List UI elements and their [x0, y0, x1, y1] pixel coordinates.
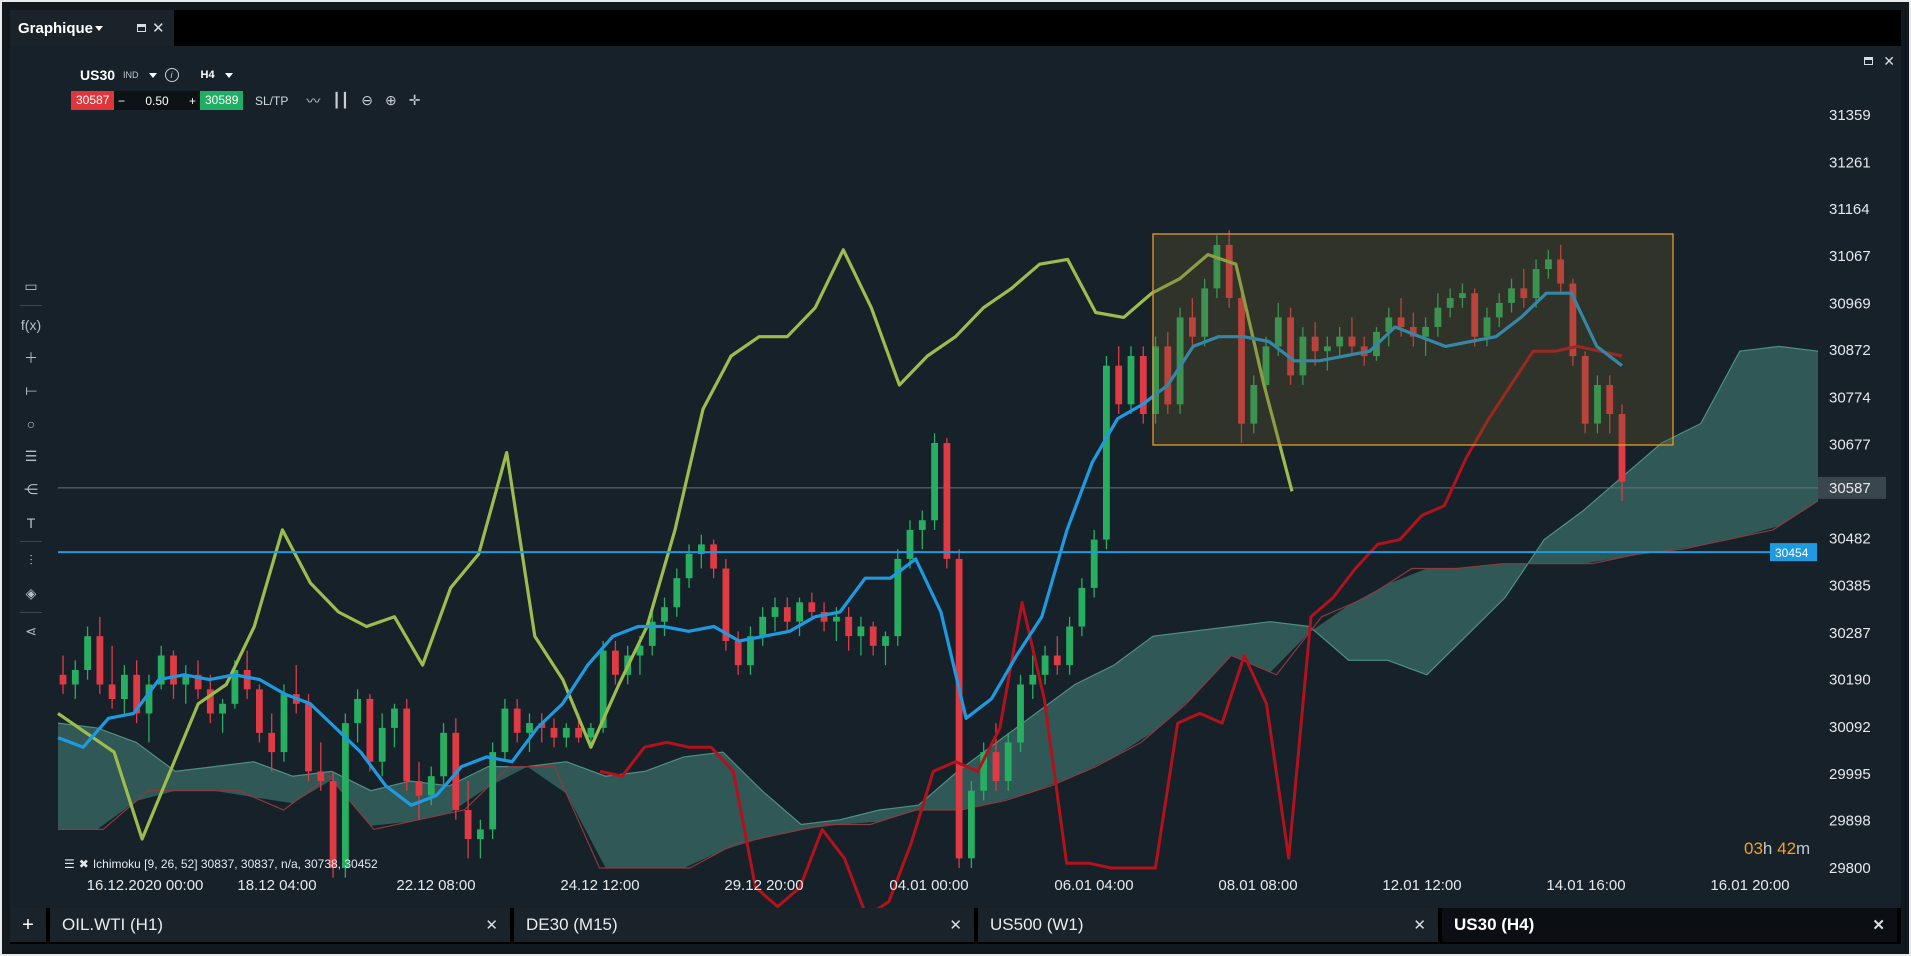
panel-controls: ✕ — [1864, 54, 1895, 68]
crosshair-icon[interactable]: ＋ — [24, 341, 38, 374]
title-bar — [10, 10, 1901, 46]
line-chart-icon[interactable]: 〰 — [306, 91, 320, 111]
tab-us30[interactable]: US30 (H4) ✕ — [1442, 908, 1897, 942]
sliders-icon[interactable]: ⫶ — [29, 544, 33, 577]
toolbar-divider — [20, 541, 42, 542]
buy-button[interactable]: 30589 — [200, 91, 243, 110]
close-icon[interactable]: ✕ — [1872, 918, 1885, 933]
candle-countdown: 03h 42m — [1744, 839, 1811, 858]
toolbar-divider — [20, 305, 42, 306]
timeframe-select[interactable]: H4 — [201, 69, 215, 81]
close-icon[interactable]: ✕ — [1883, 54, 1895, 68]
chart-tabs: + OIL.WTI (H1) ✕ DE30 (M15) ✕ US500 (W1)… — [10, 908, 1901, 944]
close-icon[interactable]: ✖ — [79, 857, 89, 871]
tab-oil-wti[interactable]: OIL.WTI (H1) ✕ — [50, 908, 510, 942]
info-icon[interactable]: i — [164, 68, 179, 82]
tab-us500[interactable]: US500 (W1) ✕ — [978, 908, 1438, 942]
indicator-legend: ☰ ✖ Ichimoku [9, 26, 52] 30837, 30837, n… — [64, 857, 378, 871]
increase-button[interactable]: + — [189, 94, 196, 108]
toolbar-divider — [20, 612, 42, 613]
fibonacci-icon[interactable]: ☰ — [25, 440, 38, 473]
chevron-down-icon[interactable] — [148, 72, 157, 78]
symbol-row: US30 IND i H4 — [80, 67, 233, 83]
indicator-text: Ichimoku [9, 26, 52] 30837, 30837, n/a, … — [92, 857, 378, 871]
add-tab-button[interactable]: + — [10, 908, 46, 942]
chevron-down-icon[interactable] — [224, 72, 233, 78]
instrument-type: IND — [123, 70, 139, 80]
candles-icon[interactable]: ┃┃ — [332, 92, 349, 109]
share-icon[interactable]: ⋖ — [25, 615, 37, 648]
close-icon[interactable]: ✕ — [485, 918, 498, 933]
maximize-icon[interactable] — [137, 24, 147, 32]
chart-panel — [10, 46, 1901, 908]
minimize-icon[interactable] — [1864, 57, 1874, 65]
close-icon[interactable]: ✕ — [949, 918, 962, 933]
menu-icon[interactable]: ☰ — [64, 857, 75, 871]
zoom-in-icon[interactable]: ⊕ — [385, 92, 397, 109]
tab-label: OIL.WTI (H1) — [62, 915, 164, 934]
tab-label: US500 (W1) — [990, 915, 1084, 934]
crosshair-icon[interactable]: ✛ — [409, 92, 421, 109]
tab-de30[interactable]: DE30 (M15) ✕ — [514, 908, 974, 942]
trendline-icon[interactable]: ⟝ — [25, 374, 37, 407]
chart-type-icon[interactable]: ▭ — [24, 270, 37, 303]
trade-bar: 30587 − 0.50 + 30589 SL/TP 〰 ┃┃ ⊖ ⊕ ✛ — [71, 90, 420, 111]
circle-icon[interactable]: ○ — [27, 407, 35, 440]
symbol-name[interactable]: US30 — [80, 67, 115, 83]
close-icon[interactable]: ✕ — [152, 21, 165, 36]
quantity-value[interactable]: 0.50 — [145, 94, 168, 108]
text-icon[interactable]: T — [27, 506, 36, 539]
zoom-out-icon[interactable]: ⊖ — [361, 92, 373, 109]
quantity-stepper[interactable]: − 0.50 + — [114, 91, 200, 110]
tab-label: US30 (H4) — [1454, 915, 1535, 934]
sell-button[interactable]: 30587 — [71, 91, 114, 110]
drawing-toolbar: ▭ f(x) ＋ ⟝ ○ ☰ ⋲ T ⫶ ◈ ⋖ — [18, 270, 44, 648]
window-title[interactable]: Graphique — [18, 20, 93, 37]
close-icon[interactable]: ✕ — [1413, 918, 1426, 933]
chevron-down-icon[interactable] — [95, 25, 104, 31]
pitchfork-icon[interactable]: ⋲ — [24, 473, 38, 506]
sltp-button[interactable]: SL/TP — [255, 94, 288, 108]
window-tab[interactable]: Graphique ✕ — [10, 10, 174, 46]
indicators-icon[interactable]: f(x) — [21, 308, 41, 341]
decrease-button[interactable]: − — [118, 94, 125, 108]
layers-icon[interactable]: ◈ — [26, 577, 37, 610]
tab-label: DE30 (M15) — [526, 915, 618, 934]
